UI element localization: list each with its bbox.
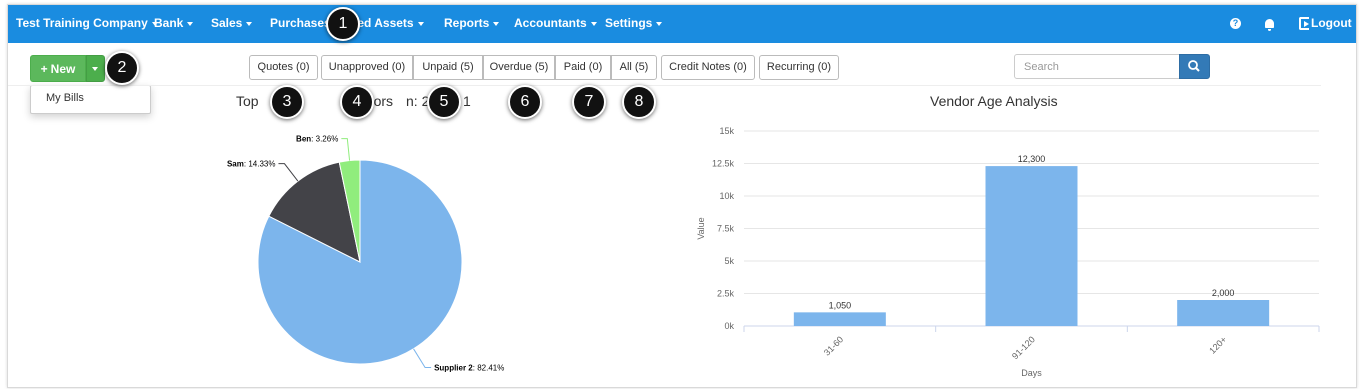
bar <box>1177 300 1270 326</box>
new-button[interactable]: + New <box>30 55 86 82</box>
filter-all-button[interactable]: All (5) <box>611 55 657 80</box>
new-dropdown-menu: My Bills <box>30 85 151 114</box>
bar-value-label: 12,300 <box>1018 154 1046 164</box>
annotation-badge: 3 <box>270 85 304 119</box>
pie-chart-title-left: Top <box>236 93 259 109</box>
caret-down-icon <box>246 21 253 26</box>
nav-accountants-menu[interactable]: Accountants <box>514 5 597 43</box>
filter-overdue-button[interactable]: Overdue (5) <box>483 55 555 80</box>
pie-slice-label: Sam: 14.33% <box>227 160 275 169</box>
pie-slice-label: Supplier 2: 82.41% <box>434 364 504 373</box>
pie-leader-line <box>341 138 351 161</box>
bar-ytick-label: 5k <box>724 256 734 266</box>
bar-ytick-label: 2.5k <box>717 289 735 299</box>
bar-ytick-label: 0k <box>724 321 734 331</box>
logout-icon <box>1299 17 1309 31</box>
filter-unpaid-button[interactable]: Unpaid (5) <box>413 55 483 80</box>
annotation-badge: 2 <box>105 51 139 85</box>
question-circle-icon: ? <box>1230 18 1241 30</box>
logout-link[interactable]: Logout <box>1299 5 1352 43</box>
filter-quotes-button[interactable]: Quotes (0) <box>249 55 318 80</box>
nav-purchases-menu[interactable]: Purchases <box>270 5 331 43</box>
caret-down-icon <box>92 67 98 71</box>
bar-xtick-label: 91-120 <box>1010 334 1037 361</box>
bar-chart-title: Vendor Age Analysis <box>930 93 1058 109</box>
pie-slice-label: Ben: 3.26% <box>296 135 338 144</box>
filter-unapproved-button[interactable]: Unapproved (0) <box>321 55 413 80</box>
menu-item-my-bills[interactable]: My Bills <box>46 92 84 104</box>
bar-xtick-label: 120+ <box>1207 334 1228 355</box>
pie-leader-line <box>278 163 299 182</box>
bell-icon <box>1265 19 1274 32</box>
nav-reports-menu[interactable]: Reports <box>444 5 500 43</box>
pie-chart: Supplier 2: 82.41% Sam: 14.33% Ben: 3.26% <box>227 135 504 373</box>
bar-xlabel: Days <box>1021 368 1042 378</box>
filter-credit-notes-button[interactable]: Credit Notes (0) <box>661 55 755 80</box>
caret-down-icon <box>656 21 663 26</box>
bar-value-label: 2,000 <box>1212 288 1235 298</box>
nav-bank-menu[interactable]: Bank <box>154 5 194 43</box>
toolbar-divider <box>8 85 1321 86</box>
caret-down-icon <box>493 21 500 26</box>
bar <box>793 312 886 326</box>
top-navbar: Test Training Company Bank Sales Purchas… <box>8 5 1356 43</box>
caret-down-icon <box>417 21 424 26</box>
bar-value-label: 1,050 <box>829 300 852 310</box>
bar-ytick-label: 7.5k <box>717 224 735 234</box>
nav-company-menu[interactable]: Test Training Company <box>16 5 158 43</box>
bar-xtick-label: 31-60 <box>822 334 845 357</box>
plus-icon: + <box>40 62 48 76</box>
caret-down-icon <box>590 21 597 26</box>
bar-chart: 0k 2.5k 5k 7.5k 10k 12.5k 15k Value 1,050 31-60 12… <box>696 126 1320 378</box>
bar-ytick-label: 10k <box>719 191 734 201</box>
notifications-button[interactable] <box>1265 5 1274 43</box>
bar-ytick-label: 15k <box>719 126 734 136</box>
search-icon <box>1188 60 1200 72</box>
nav-settings-menu[interactable]: Settings <box>605 5 663 43</box>
help-button[interactable]: ? <box>1230 5 1241 43</box>
annotation-badge: 8 <box>622 85 656 119</box>
bar-ylabel: Value <box>696 217 706 239</box>
pie-chart-title-end: 1 <box>463 93 471 109</box>
app-window: Test Training Company Bank Sales Purchas… <box>7 4 1357 388</box>
filter-recurring-button[interactable]: Recurring (0) <box>759 55 839 80</box>
new-dropdown-toggle[interactable] <box>86 55 105 82</box>
annotation-badge: 4 <box>340 85 374 119</box>
annotation-badge: 7 <box>572 85 606 119</box>
annotation-badge: 1 <box>326 7 360 41</box>
annotation-badge: 6 <box>508 85 542 119</box>
bar-ytick-label: 12.5k <box>712 159 735 169</box>
search-input[interactable] <box>1014 54 1180 79</box>
caret-down-icon <box>187 21 194 26</box>
pie-leader-line <box>413 348 432 369</box>
nav-sales-menu[interactable]: Sales <box>211 5 253 43</box>
filter-paid-button[interactable]: Paid (0) <box>555 55 611 80</box>
annotation-badge: 5 <box>427 85 461 119</box>
bar <box>985 166 1078 326</box>
search-button[interactable] <box>1179 54 1210 79</box>
